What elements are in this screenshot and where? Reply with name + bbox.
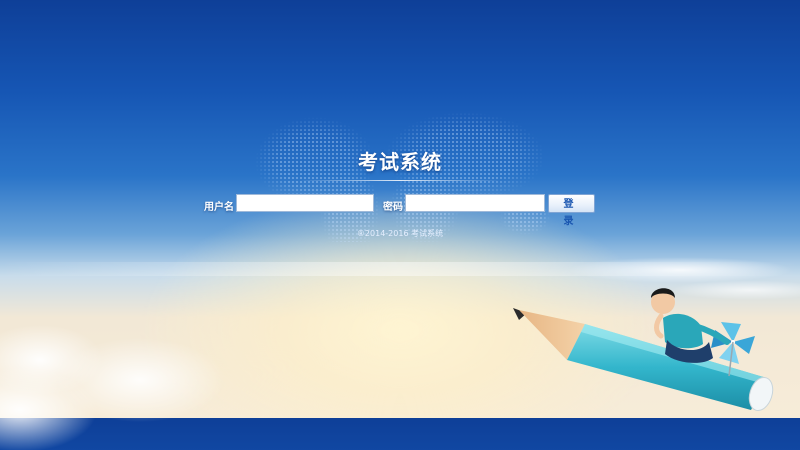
page-title: 考试系统 (358, 150, 442, 174)
copyright-text: ®2014-2016 考试系统 (356, 229, 444, 238)
horizon-haze (0, 262, 800, 276)
world-map-graphic (255, 112, 565, 242)
clouds-decoration (0, 270, 320, 450)
username-input[interactable] (236, 194, 374, 212)
password-label: 密码 (383, 202, 403, 213)
username-label: 用户名 (204, 202, 234, 213)
title-divider (300, 180, 500, 181)
password-input[interactable] (405, 194, 545, 212)
login-button[interactable]: 登 录 (548, 194, 595, 227)
pencil-rider-illustration (513, 288, 774, 412)
